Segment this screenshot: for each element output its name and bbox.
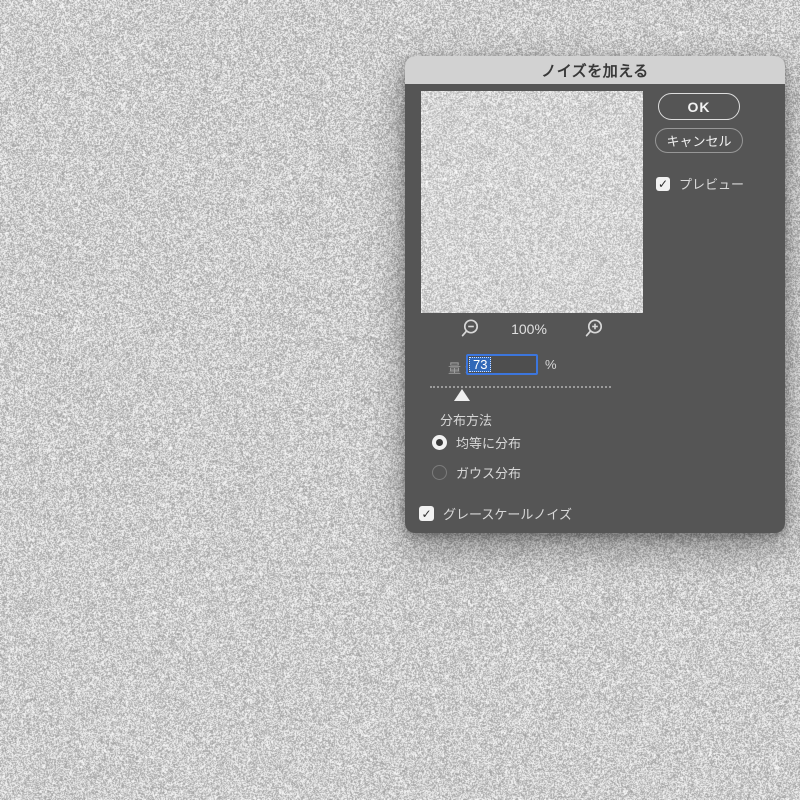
uniform-radio[interactable] — [432, 435, 447, 450]
amount-value: 73 — [469, 357, 491, 372]
cancel-button[interactable]: キャンセル — [655, 128, 743, 153]
check-icon: ✓ — [421, 507, 431, 521]
distribution-section-label: 分布方法 — [440, 410, 492, 429]
add-noise-dialog: ノイズを加える OK キャンセル ✓ プレビュー 100% 量 : 73 % 分… — [405, 56, 785, 533]
amount-input[interactable]: 73 — [466, 354, 538, 375]
zoom-level-label: 100% — [498, 321, 560, 337]
preview-checkbox[interactable]: ✓ — [656, 177, 670, 191]
photoshop-canvas-area: ノイズを加える OK キャンセル ✓ プレビュー 100% 量 : 73 % 分… — [0, 0, 800, 800]
amount-slider-track[interactable] — [430, 386, 611, 388]
gaussian-distribution-row: ガウス分布 — [432, 463, 521, 482]
monochromatic-checkbox[interactable]: ✓ — [419, 506, 434, 521]
uniform-radio-label: 均等に分布 — [456, 433, 521, 452]
zoom-in-icon[interactable] — [583, 318, 605, 340]
amount-slider-thumb[interactable] — [454, 389, 470, 401]
zoom-out-icon[interactable] — [459, 318, 481, 340]
noise-preview-image[interactable] — [421, 91, 643, 313]
amount-unit-label: % — [545, 357, 557, 372]
preview-checkbox-label: プレビュー — [679, 174, 744, 193]
check-icon: ✓ — [658, 177, 668, 191]
dialog-titlebar[interactable]: ノイズを加える — [405, 56, 785, 84]
monochromatic-checkbox-row: ✓ グレースケールノイズ — [419, 504, 572, 523]
gaussian-radio[interactable] — [432, 465, 447, 480]
uniform-distribution-row: 均等に分布 — [432, 433, 521, 452]
preview-checkbox-row: ✓ プレビュー — [656, 174, 744, 193]
gaussian-radio-label: ガウス分布 — [456, 463, 521, 482]
monochromatic-checkbox-label: グレースケールノイズ — [443, 504, 572, 523]
ok-button[interactable]: OK — [658, 93, 740, 120]
